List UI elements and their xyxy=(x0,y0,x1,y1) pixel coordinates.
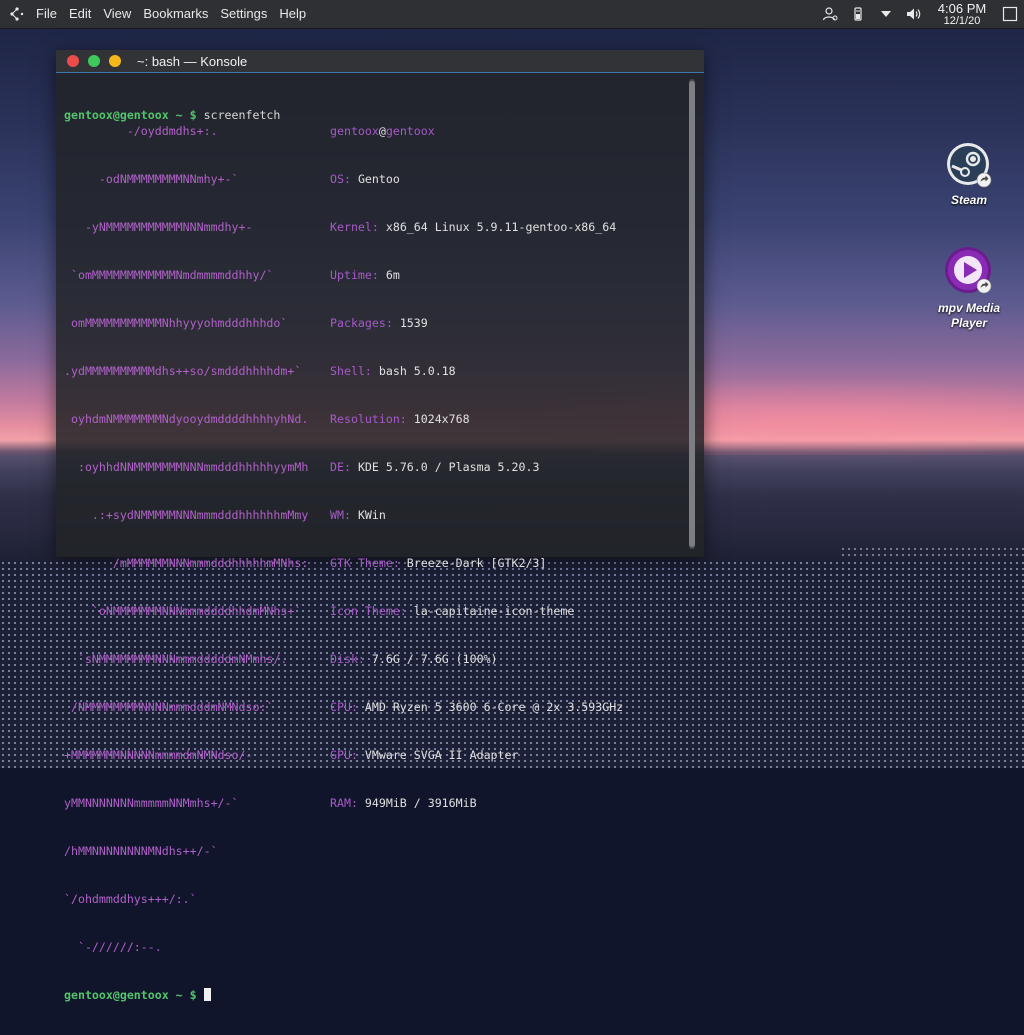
info-at: @ xyxy=(378,124,386,138)
clock-date: 12/1/20 xyxy=(943,14,981,27)
info-value: la-capitaine-icon-theme xyxy=(413,604,575,618)
application-launcher-icon[interactable] xyxy=(4,0,30,28)
second-prompt-line: gentoox@gentoox ~ $ xyxy=(64,987,324,1003)
info-key: Shell: xyxy=(330,364,372,378)
minimize-button[interactable] xyxy=(88,55,100,67)
art-line: -/oyddmdhs+:. xyxy=(64,124,218,138)
info-host: gentoox xyxy=(385,124,435,138)
mpv-icon xyxy=(945,247,992,294)
info-key: CPU: xyxy=(330,700,358,714)
info-value: bash 5.0.18 xyxy=(378,364,456,378)
art-line: .:+sydNMMMMMNNNmmmdddhhhhhhmMmy xyxy=(64,508,309,522)
info-value: 1024x768 xyxy=(413,412,470,426)
art-line: /hMMNNNNNNNNMNdhs++/-` xyxy=(64,844,218,858)
info-key: Resolution: xyxy=(330,412,407,426)
digital-clock[interactable]: 4:06 PM 12/1/20 xyxy=(928,0,996,27)
art-line: `sNMMMMMMMMNNNmmmdddddmNMmhs/. xyxy=(64,652,288,666)
art-line: :oyhhdNNMMMMMMMNNNmmdddhhhhhyymMh xyxy=(64,460,309,474)
top-panel: File Edit View Bookmarks Settings Help 4… xyxy=(0,0,1024,28)
info-value: x86_64 Linux 5.9.11-gentoo-x86_64 xyxy=(385,220,617,234)
art-line: `omMMMMMMMMMMMMNmdmmmmddhhy/` xyxy=(64,268,274,282)
konsole-window[interactable]: ~: bash — Konsole gentoox@gentoox ~ $ sc… xyxy=(56,50,704,1002)
info-user: gentoox xyxy=(330,124,379,138)
art-line: `/ohdmmddhys+++/:.` xyxy=(64,892,197,906)
menu-bookmarks[interactable]: Bookmarks xyxy=(137,0,214,28)
user-switch-icon[interactable] xyxy=(816,0,844,28)
info-value: 6m xyxy=(385,268,400,282)
art-line: -odNMMMMMMMMNNmhy+-` xyxy=(64,172,239,186)
info-value: KDE 5.76.0 / Plasma 5.20.3 xyxy=(357,460,540,474)
terminal-scrollbar[interactable] xyxy=(689,79,695,549)
volume-icon[interactable] xyxy=(900,0,928,28)
desktop-icon-steam[interactable]: Steam xyxy=(929,142,1009,208)
usb-device-icon[interactable] xyxy=(844,0,872,28)
show-desktop-icon[interactable] xyxy=(996,0,1024,28)
menu-settings[interactable]: Settings xyxy=(214,0,273,28)
menu-file[interactable]: File xyxy=(30,0,63,28)
info-key: GPU: xyxy=(330,748,358,762)
info-key: Kernel: xyxy=(330,220,379,234)
info-key: Packages: xyxy=(330,316,393,330)
art-line: yMMNNNNNNNmmmmmNNMmhs+/-` xyxy=(64,796,239,810)
terminal-output[interactable]: gentoox@gentoox ~ $ screenfetch -/oyddmd… xyxy=(64,75,674,1002)
menu-view[interactable]: View xyxy=(97,0,137,28)
info-key: RAM: xyxy=(330,796,358,810)
art-line: .ydMMMMMMMMMMdhs++so/smdddhhhhdm+` xyxy=(64,364,302,378)
menu-edit[interactable]: Edit xyxy=(63,0,97,28)
art-line: `-//////:--. xyxy=(64,940,162,954)
info-value: Breeze-Dark [GTK2/3] xyxy=(406,556,547,570)
art-line: omMMMMMMMMMMMNhhyyyohmdddhhhdo` xyxy=(64,316,288,330)
info-key: Disk: xyxy=(330,652,365,666)
close-button[interactable] xyxy=(67,55,79,67)
info-key: GTK Theme: xyxy=(330,556,400,570)
info-value: 7.6G / 7.6G (100%) xyxy=(371,652,498,666)
art-line: oyhdmNMMMMMMMNdyooydmddddhhhhyhNd. xyxy=(64,412,309,426)
steam-icon xyxy=(947,143,992,188)
clock-time: 4:06 PM xyxy=(937,0,987,16)
info-value: AMD Ryzen 5 3600 6-Core @ 2x 3.593GHz xyxy=(364,700,624,714)
prompt: gentoox@gentoox ~ $ xyxy=(64,988,197,1002)
info-value: 949MiB / 3916MiB xyxy=(364,796,477,810)
text-cursor xyxy=(203,988,211,1001)
info-value: Gentoo xyxy=(357,172,400,186)
info-value: KWin xyxy=(357,508,386,522)
art-line: +MMMMMMMNNNNNmmmmdmNMNdso/- xyxy=(64,748,253,762)
info-key: DE: xyxy=(330,460,351,474)
scrollbar-thumb[interactable] xyxy=(689,81,695,547)
art-line: -yNMMMMMMMMMMMNNNmmdhy+- xyxy=(64,220,253,234)
desktop-icon-mpv[interactable]: mpv Media Player xyxy=(929,246,1009,331)
desktop-icon-label: Steam xyxy=(950,193,988,207)
art-line: /NMMMMMMMMNNNNmmmdddmNMNdso:` xyxy=(64,700,274,714)
window-title: ~: bash — Konsole xyxy=(137,53,248,69)
system-info: gentoox@gentoox OS: Gentoo Kernel: x86_6… xyxy=(330,91,623,843)
wallpaper-dots-edge xyxy=(840,546,1024,560)
menu-help[interactable]: Help xyxy=(273,0,312,28)
info-value: VMware SVGA II Adapter xyxy=(364,748,519,762)
art-line: `oNMMMMMMMNNNmmmddddhhdmMNhs+` xyxy=(64,604,302,618)
window-titlebar[interactable]: ~: bash — Konsole xyxy=(56,50,704,73)
system-tray: 4:06 PM 12/1/20 xyxy=(816,0,1024,28)
gentoo-ascii-art: -/oyddmdhs+:. -odNMMMMMMMMNNmhy+-` -yNMM… xyxy=(64,91,324,1035)
info-key: WM: xyxy=(330,508,351,522)
info-key: OS: xyxy=(330,172,351,186)
info-value: 1539 xyxy=(399,316,428,330)
chevron-down-icon[interactable] xyxy=(872,0,900,28)
maximize-button[interactable] xyxy=(109,55,121,67)
info-key: Icon Theme: xyxy=(330,604,407,618)
desktop-icon-label: mpv Media Player xyxy=(937,301,1000,330)
info-key: Uptime: xyxy=(330,268,379,282)
art-line: /mMMMMMMNNNmmmdddhhhhhmMNhs: xyxy=(64,556,309,570)
